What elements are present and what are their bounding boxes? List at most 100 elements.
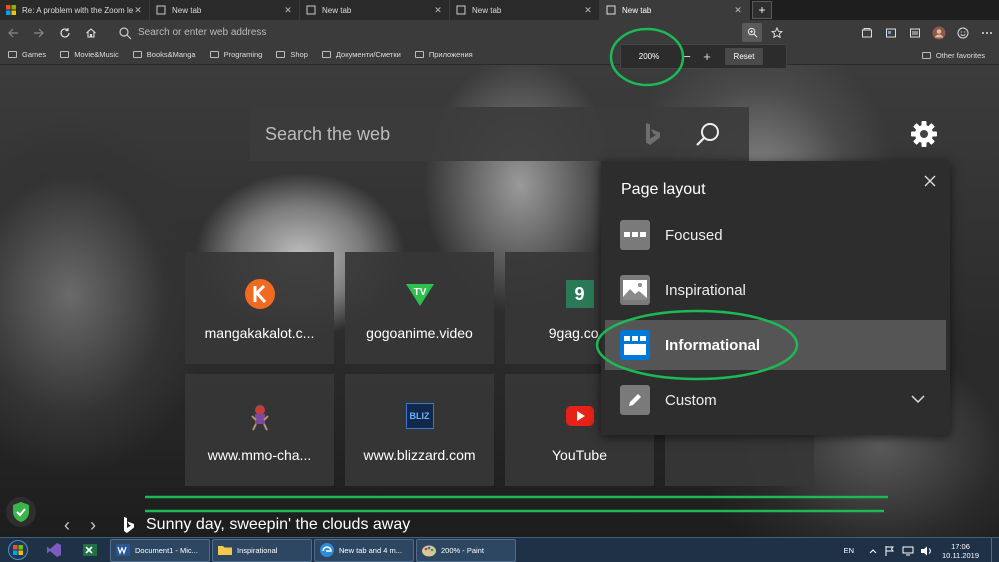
close-tab-icon[interactable]: ✕ (733, 5, 743, 16)
taskbar-item-edge[interactable]: New tab and 4 m... (314, 538, 414, 562)
home-icon (86, 27, 96, 38)
tab[interactable]: New tab ✕ (300, 0, 450, 20)
new-tab-button[interactable]: + (752, 1, 772, 19)
extension-icon (886, 28, 896, 37)
favorite-label: Shop (290, 50, 308, 59)
favorite-folder-programing[interactable]: Programing (209, 50, 262, 59)
network-icon[interactable] (902, 545, 914, 557)
favorite-folder-apps[interactable]: Приложения (414, 50, 473, 59)
collections-button[interactable] (855, 20, 879, 45)
chevron-down-icon[interactable] (910, 393, 926, 405)
arrow-right-icon (34, 28, 44, 37)
zoom-out-button[interactable]: − (677, 49, 697, 64)
clock[interactable]: 17:06 10.11.2019 (942, 542, 979, 560)
top-site-tile[interactable]: BLIZ www.blizzard.com (345, 374, 494, 486)
tab-title: New tab (172, 5, 202, 15)
tab[interactable]: Re: A problem with the Zoom le... ✕ (0, 0, 150, 20)
refresh-button[interactable] (52, 20, 78, 45)
volume-icon[interactable] (920, 545, 932, 557)
tile-label: www.mmo-cha... (207, 447, 312, 463)
navigation-bar: Search or enter web address (0, 20, 999, 45)
taskbar-item-word[interactable]: Document1 - Mic... (110, 538, 210, 562)
address-bar[interactable]: Search or enter web address (118, 22, 788, 43)
youtube-icon (564, 400, 596, 432)
zoom-indicator-button[interactable] (742, 23, 762, 42)
folder-icon (321, 51, 331, 58)
feedback-button[interactable] (951, 20, 975, 45)
page-icon (456, 5, 466, 15)
favorite-folder-books-manga[interactable]: Books&Manga (132, 50, 196, 59)
gear-icon[interactable] (909, 119, 939, 149)
favorite-folder-shop[interactable]: Shop (276, 50, 308, 59)
settings-menu-button[interactable] (975, 20, 999, 45)
favorite-label: Приложения (428, 50, 473, 59)
top-site-tile[interactable]: TV gogoanime.video (345, 252, 494, 364)
tab-active[interactable]: New tab ✕ (600, 0, 750, 20)
favorite-folder-documents[interactable]: Документи/Сметки (321, 50, 401, 59)
layout-option-informational[interactable]: Informational (605, 320, 946, 370)
favorite-folder-games[interactable]: Games (8, 50, 46, 59)
excel-icon[interactable] (72, 539, 108, 562)
svg-text:TV: TV (413, 287, 426, 298)
blizzard-icon-text: BLIZ (405, 403, 434, 429)
back-button[interactable] (0, 20, 26, 45)
previous-image-icon[interactable]: ‹ (64, 515, 90, 536)
search-icon[interactable] (695, 121, 721, 147)
refresh-icon (60, 27, 70, 38)
option-label: Custom (665, 391, 717, 409)
taskbar-item-label: Inspirational (237, 545, 278, 555)
layout-option-inspirational[interactable]: Inspirational (605, 265, 946, 315)
microsoft-logo-icon (6, 5, 16, 15)
taskbar: Document1 - Mic... Inspirational New tab… (0, 537, 999, 562)
layout-option-focused[interactable]: Focused (605, 210, 946, 260)
top-site-tile[interactable]: mangakakalot.c... (185, 252, 334, 364)
tab-title: Re: A problem with the Zoom le... (22, 5, 133, 15)
favorite-label: Movie&Music (74, 50, 119, 59)
zoom-popup: 200% − + Reset (620, 44, 787, 69)
close-tab-icon[interactable]: ✕ (433, 5, 443, 16)
other-favorites[interactable]: Other favorites (921, 45, 985, 65)
pencil-icon (620, 385, 650, 415)
caption-text: Sunny day, sweepin' the clouds away (146, 516, 411, 533)
system-tray: EN 17:06 10.11.2019 (844, 538, 999, 562)
tile-label: mangakakalot.c... (204, 325, 315, 341)
zoom-in-button[interactable]: + (697, 49, 717, 64)
favorites-bar: Games Movie&Music Books&Manga Programing… (0, 45, 999, 65)
panel-title: Page layout (621, 181, 706, 198)
language-indicator[interactable]: EN (844, 546, 854, 555)
reader-icon (910, 28, 920, 37)
home-button[interactable] (78, 20, 104, 45)
word-icon (116, 544, 130, 556)
next-image-icon[interactable]: › (90, 515, 116, 536)
option-label: Inspirational (665, 281, 746, 299)
taskbar-item-explorer[interactable]: Inspirational (212, 538, 312, 562)
close-tab-icon[interactable]: ✕ (583, 5, 593, 16)
extension-button[interactable] (879, 20, 903, 45)
favorite-folder-movie-music[interactable]: Movie&Music (60, 50, 119, 59)
close-icon[interactable] (922, 173, 938, 189)
avatar (932, 26, 946, 39)
show-desktop-button[interactable] (991, 538, 999, 562)
favorite-star-button[interactable] (765, 20, 789, 45)
web-search-box[interactable]: Search the web (250, 107, 749, 161)
close-tab-icon[interactable]: ✕ (133, 5, 143, 16)
tab[interactable]: New tab ✕ (450, 0, 600, 20)
tray-arrow-icon[interactable] (868, 546, 878, 556)
layout-option-custom[interactable]: Custom (605, 375, 946, 425)
search-icon (119, 26, 132, 39)
tab[interactable]: New tab ✕ (150, 0, 300, 20)
extension-button[interactable] (903, 20, 927, 45)
start-button[interactable] (0, 538, 36, 562)
tab-title: New tab (322, 5, 352, 15)
informational-layout-icon (620, 330, 650, 360)
forward-button[interactable] (26, 20, 52, 45)
zoom-reset-button[interactable]: Reset (725, 48, 763, 65)
taskbar-item-label: New tab and 4 m... (339, 545, 402, 555)
shield-icon[interactable] (6, 497, 36, 527)
flag-icon[interactable] (884, 545, 896, 557)
visual-studio-icon[interactable] (36, 539, 72, 562)
taskbar-item-paint[interactable]: 200% - Paint (416, 538, 516, 562)
profile-button[interactable] (927, 20, 951, 45)
close-tab-icon[interactable]: ✕ (283, 5, 293, 16)
top-site-tile[interactable]: www.mmo-cha... (185, 374, 334, 486)
